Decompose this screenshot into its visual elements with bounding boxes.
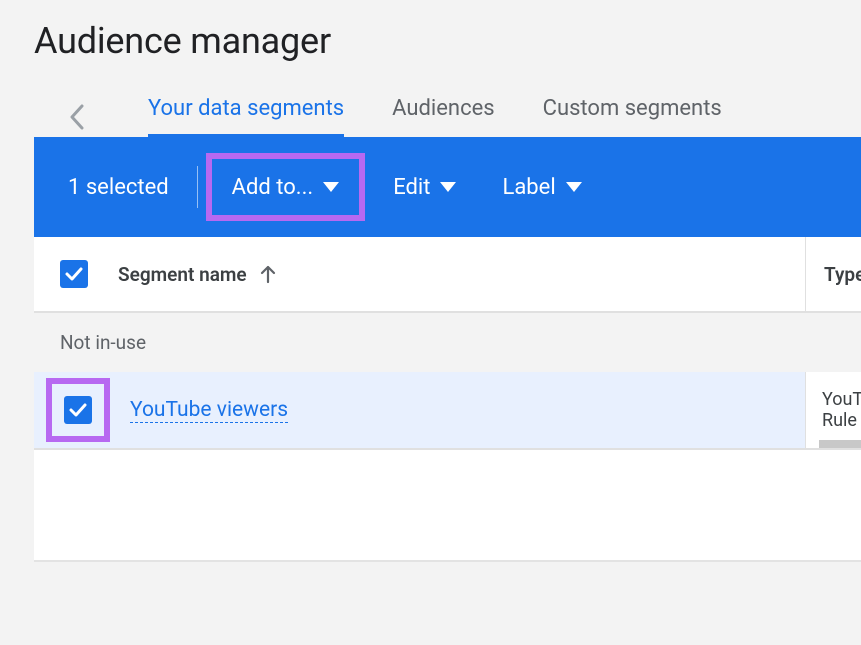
edit-label: Edit — [393, 175, 430, 200]
check-icon — [68, 400, 88, 420]
caret-down-icon — [440, 182, 456, 192]
column-type[interactable]: Type — [805, 237, 861, 311]
sort-arrow-up-icon — [259, 264, 277, 284]
selection-toolbar: 1 selected Add to... Edit Label — [34, 137, 861, 237]
tab-audiences[interactable]: Audiences — [392, 96, 494, 137]
check-icon — [64, 264, 84, 284]
add-to-highlight: Add to... — [206, 153, 366, 221]
row-type-cell: YouT Rule — [805, 372, 861, 448]
segments-table: Segment name Type Not in-use YouTube vie… — [34, 237, 861, 562]
table-row: YouTube viewers YouT Rule — [34, 372, 861, 450]
column-type-label: Type — [824, 263, 861, 286]
segment-link-youtube-viewers[interactable]: YouTube viewers — [130, 398, 288, 423]
scroll-indicator — [819, 440, 861, 448]
row-checkbox-highlight — [46, 378, 110, 442]
row-checkbox[interactable] — [64, 396, 92, 424]
edit-button[interactable]: Edit — [375, 161, 474, 213]
add-to-button[interactable]: Add to... — [214, 161, 358, 213]
group-not-in-use: Not in-use — [34, 313, 861, 372]
tab-bar: Your data segments Audiences Custom segm… — [34, 96, 861, 137]
column-segment-name[interactable]: Segment name — [118, 263, 277, 286]
select-all-checkbox[interactable] — [60, 260, 88, 288]
back-button[interactable] — [64, 104, 90, 130]
toolbar-divider — [197, 166, 198, 208]
label-label: Label — [502, 175, 555, 200]
caret-down-icon — [323, 182, 339, 192]
column-segment-name-label: Segment name — [118, 263, 247, 286]
page-title: Audience manager — [34, 20, 861, 62]
table-header-row: Segment name Type — [34, 237, 861, 313]
label-button[interactable]: Label — [484, 161, 599, 213]
row-type-line2: Rule — [822, 410, 861, 431]
chevron-left-icon — [69, 104, 85, 130]
table-empty-area — [34, 450, 861, 560]
row-type-line1: YouT — [822, 389, 861, 410]
add-to-label: Add to... — [232, 175, 314, 200]
caret-down-icon — [566, 182, 582, 192]
tab-your-data-segments[interactable]: Your data segments — [148, 96, 344, 137]
tab-custom-segments[interactable]: Custom segments — [543, 96, 722, 137]
selected-count: 1 selected — [58, 175, 179, 200]
